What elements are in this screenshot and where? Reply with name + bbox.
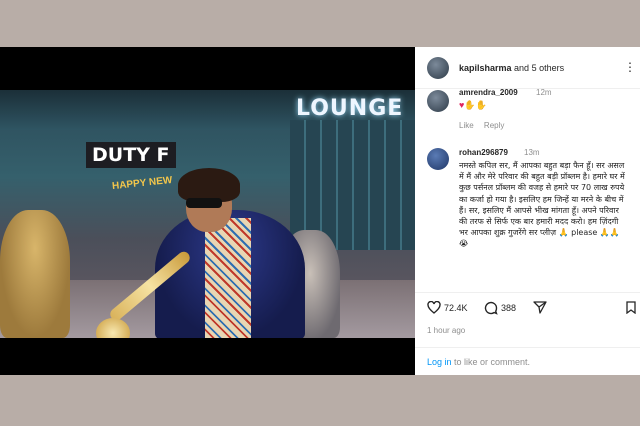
- happy-new-sign: HAPPY NEW: [111, 174, 173, 193]
- lounge-sign: LOUNGE: [296, 96, 404, 121]
- owner-username[interactable]: kapilsharma: [459, 63, 512, 73]
- comment-bubble-icon: [484, 301, 498, 315]
- comment-button[interactable]: 388: [484, 301, 516, 315]
- comment-text: नमस्ते कपिल सर, मैं आपका बहुत बड़ा फैन ह…: [459, 161, 625, 249]
- comment-time: 13m: [524, 148, 540, 157]
- login-prompt-text: Log in to like or comment.: [427, 357, 530, 367]
- reply-link[interactable]: Reply: [484, 121, 504, 130]
- performer-hair: [178, 168, 240, 202]
- comment-text: ♥✋✋: [459, 100, 487, 110]
- performer-shirt: [205, 218, 251, 338]
- post-owner-line: kapilsharma and 5 others: [459, 63, 564, 73]
- post-actions-bar: 72.4K 388: [415, 292, 640, 321]
- comment-time: 12m: [536, 88, 552, 97]
- comment-count: 388: [501, 303, 517, 313]
- heart-icon: [427, 301, 441, 314]
- like-button[interactable]: 72.4K: [427, 301, 468, 314]
- bookmark-icon: [626, 301, 636, 314]
- comment-actions: Like Reply: [459, 121, 512, 130]
- login-link[interactable]: Log in: [427, 357, 452, 367]
- post-header: kapilsharma and 5 others ⋮: [415, 47, 640, 89]
- collaborators-text[interactable]: and 5 others: [514, 63, 564, 73]
- instagram-post-embed: LOUNGE DUTY F HAPPY NEW kapilsharma and …: [0, 47, 640, 375]
- login-suffix: to like or comment.: [451, 357, 531, 367]
- save-button[interactable]: [626, 301, 639, 314]
- post-video[interactable]: LOUNGE DUTY F HAPPY NEW: [0, 47, 415, 375]
- comment-username[interactable]: amrendra_2009: [459, 88, 518, 97]
- like-count: 72.4K: [444, 302, 468, 313]
- login-prompt: Log in to like or comment.: [415, 347, 640, 376]
- share-button[interactable]: [533, 301, 550, 314]
- commenter-avatar[interactable]: [427, 148, 449, 170]
- more-options-icon[interactable]: ⋮: [624, 60, 636, 74]
- like-comment-link[interactable]: Like: [459, 121, 474, 130]
- video-frame: LOUNGE DUTY F HAPPY NEW: [0, 90, 415, 338]
- comment-username[interactable]: rohan296879: [459, 148, 508, 157]
- post-sidebar: kapilsharma and 5 others ⋮ amrendra_2009…: [415, 47, 640, 375]
- sunglasses: [186, 198, 222, 208]
- post-timestamp: 1 hour ago: [427, 326, 466, 335]
- dancer-left: [0, 210, 70, 338]
- owner-avatar[interactable]: [427, 57, 449, 79]
- duty-free-sign: DUTY F: [86, 142, 176, 168]
- commenter-avatar[interactable]: [427, 90, 449, 112]
- send-icon: [533, 301, 547, 314]
